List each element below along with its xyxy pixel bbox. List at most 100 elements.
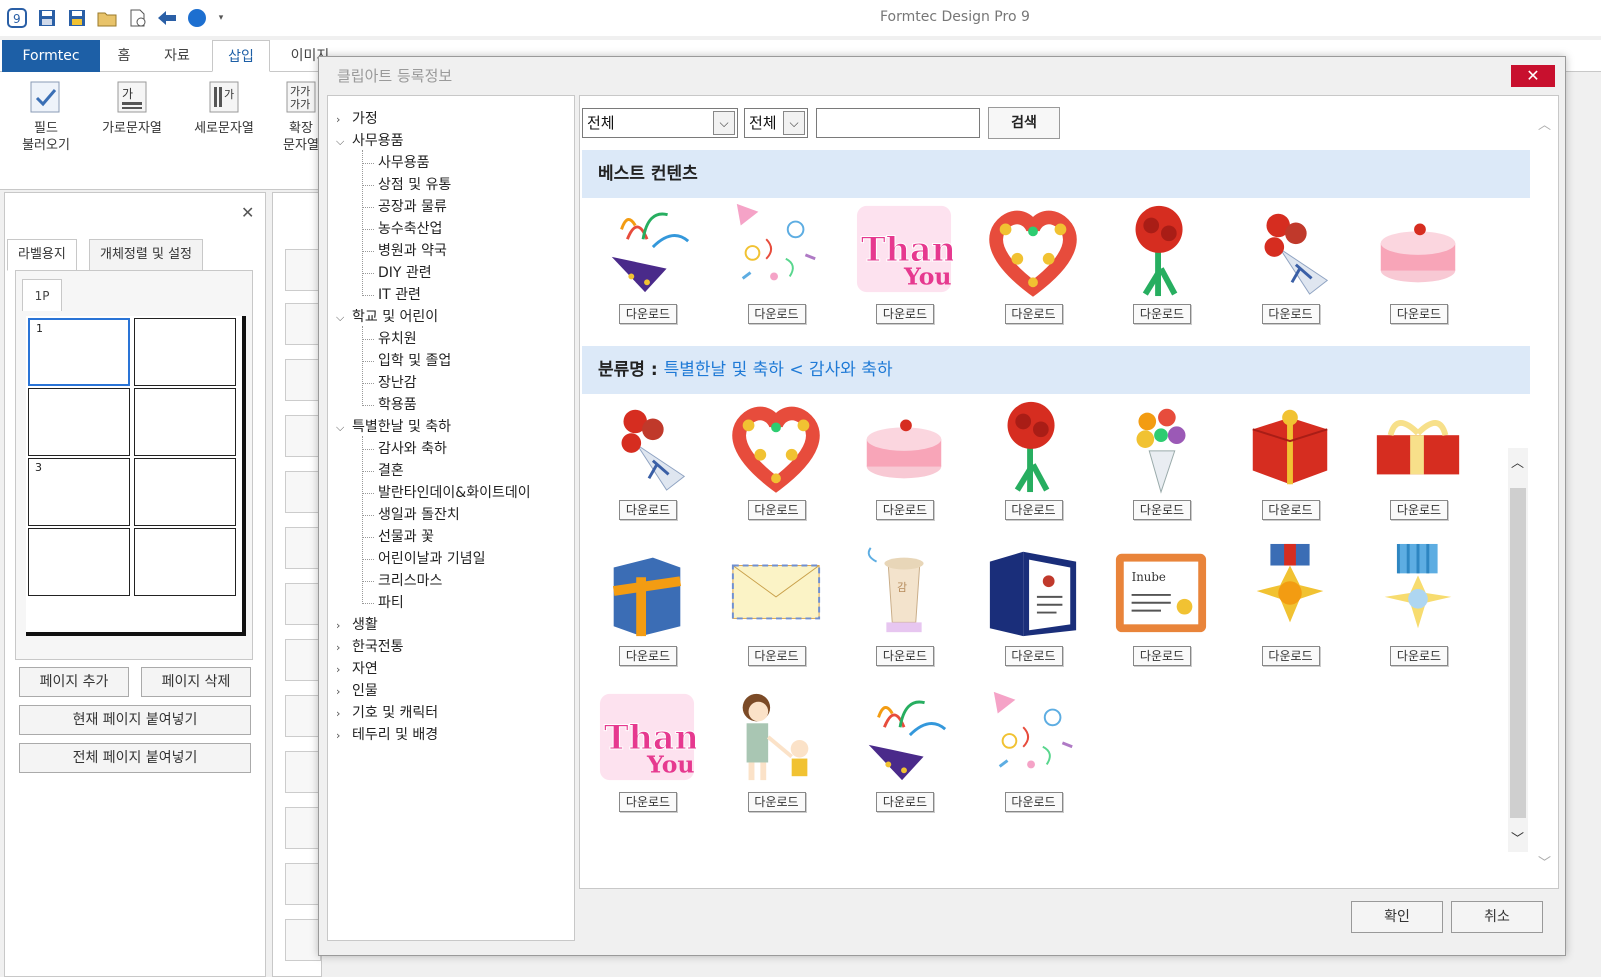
page-tab-1p[interactable]: 1P <box>22 279 62 311</box>
lines-tool-icon[interactable] <box>285 807 321 849</box>
chevron-right-icon[interactable]: › <box>336 681 352 703</box>
search-button[interactable]: 검색 <box>988 107 1060 139</box>
tree-node[interactable]: › 인물 <box>336 680 378 702</box>
tree-child-item[interactable]: 병원과 약국 <box>378 240 447 262</box>
chevron-down-icon[interactable]: ﹀ <box>1511 828 1524 847</box>
download-button[interactable]: 다운로드 <box>619 646 677 666</box>
clipart-item[interactable]: ThankYou 다운로드 <box>849 200 980 330</box>
tree-child-item[interactable]: 생일과 돌잔치 <box>378 504 460 526</box>
chevron-down-icon[interactable]: ﹀ <box>1538 852 1551 871</box>
download-button[interactable]: 다운로드 <box>747 646 806 666</box>
clipart-item[interactable]: 다운로드 <box>721 542 831 672</box>
save-as-icon[interactable] <box>66 8 88 28</box>
tree-child-item[interactable]: 크리스마스 <box>378 570 442 592</box>
download-button[interactable]: 다운로드 <box>1004 304 1063 324</box>
envelope-icon[interactable] <box>727 542 825 640</box>
search-input[interactable] <box>816 108 980 138</box>
tree-node[interactable]: ⌵ 사무용품 <box>336 130 404 152</box>
tab-formtec[interactable]: Formtec <box>2 40 100 72</box>
flower-heart-icon[interactable] <box>727 396 825 494</box>
download-button[interactable]: 다운로드 <box>619 304 677 324</box>
clipart-item[interactable]: 다운로드 <box>1363 542 1473 672</box>
clipart-item[interactable]: 다운로드 <box>592 200 702 330</box>
trophy-icon[interactable]: 감 <box>855 542 953 640</box>
clipart-item[interactable]: 다운로드 <box>1235 396 1345 526</box>
download-button[interactable]: 다운로드 <box>1261 500 1320 520</box>
clipart-item[interactable]: 감다운로드 <box>849 542 959 672</box>
download-button[interactable]: 다운로드 <box>1390 304 1448 324</box>
confetti-icon[interactable] <box>984 688 1082 786</box>
text-edit-tool-icon[interactable] <box>285 471 321 513</box>
download-button[interactable]: 다운로드 <box>747 792 806 812</box>
tab-home[interactable]: 홈 <box>104 40 144 72</box>
clipart-item[interactable]: 다운로드 <box>592 396 702 526</box>
tree-child-item[interactable]: 입학 및 졸업 <box>378 350 451 372</box>
download-button[interactable]: 다운로드 <box>747 304 806 324</box>
tree-node[interactable]: › 자연 <box>336 658 378 680</box>
cake-icon[interactable] <box>855 396 953 494</box>
download-button[interactable]: 다운로드 <box>1261 304 1320 324</box>
vertical-text-button[interactable]: 가 세로문자열 <box>182 78 266 137</box>
download-button[interactable]: 다운로드 <box>876 646 934 666</box>
chevron-right-icon[interactable]: › <box>336 109 352 131</box>
tree-child-item[interactable]: 장난감 <box>378 372 417 394</box>
clipart-item[interactable]: 다운로드 <box>1106 396 1216 526</box>
download-button[interactable]: 다운로드 <box>876 792 934 812</box>
download-button[interactable]: 다운로드 <box>876 304 934 324</box>
chevron-right-icon[interactable]: › <box>336 725 352 747</box>
download-button[interactable]: 다운로드 <box>619 792 677 812</box>
dialog-close-button[interactable]: ✕ <box>1511 65 1555 87</box>
save-icon[interactable] <box>36 8 58 28</box>
download-button[interactable]: 다운로드 <box>1004 500 1063 520</box>
image-tool-icon[interactable] <box>285 695 321 737</box>
download-button[interactable]: 다운로드 <box>1004 646 1063 666</box>
clipart-item[interactable]: 다운로드 <box>721 200 831 330</box>
chevron-up-icon[interactable]: ︿ <box>1511 452 1524 471</box>
open-folder-icon[interactable] <box>96 8 118 28</box>
download-button[interactable]: 다운로드 <box>1261 646 1320 666</box>
tab-label-paper[interactable]: 라벨용지 <box>7 239 77 271</box>
table-tool-icon[interactable] <box>285 751 321 793</box>
clipart-item[interactable]: 다운로드 <box>978 200 1088 330</box>
clipart-item[interactable]: 다운로드 <box>592 542 702 672</box>
tree-child-item[interactable]: 사무용품 <box>378 152 430 174</box>
rose-bouquet-icon[interactable] <box>598 396 696 494</box>
new-document-icon[interactable] <box>126 8 148 28</box>
inner-scroll-thumb[interactable] <box>1510 488 1526 818</box>
chevron-down-icon[interactable]: ⌵ <box>336 307 352 329</box>
tree-child-item[interactable]: 학용품 <box>378 394 417 416</box>
red-flower-icon[interactable] <box>984 396 1082 494</box>
tab-data[interactable]: 자료 <box>152 40 202 72</box>
chevron-up-icon[interactable]: ︿ <box>1538 114 1551 133</box>
clipart-item[interactable]: 다운로드 <box>978 396 1088 526</box>
tree-child-item[interactable]: 파티 <box>378 592 404 614</box>
tree-node[interactable]: ⌵ 학교 및 어린이 <box>336 306 438 328</box>
download-button[interactable]: 다운로드 <box>747 500 806 520</box>
tree-node[interactable]: ⌵ 특별한날 및 축하 <box>336 416 451 438</box>
tree-node[interactable]: › 한국전통 <box>336 636 404 658</box>
rose-bouquet-icon[interactable] <box>1241 200 1339 298</box>
label-cell[interactable]: 1 <box>28 318 130 386</box>
chevron-right-icon[interactable]: › <box>336 703 352 725</box>
close-icon[interactable]: ✕ <box>241 203 254 222</box>
app-logo-icon[interactable]: 9 <box>6 8 28 28</box>
clipart-item[interactable]: 다운로드 <box>849 688 959 818</box>
tree-child-item[interactable]: 어린이날과 기념일 <box>378 548 486 570</box>
tree-child-item[interactable]: 결혼 <box>378 460 404 482</box>
load-field-button[interactable]: 필드 불러오기 <box>14 78 78 154</box>
clipart-item[interactable]: Inube 다운로드 <box>1106 542 1216 672</box>
ok-button[interactable]: 확인 <box>1351 901 1443 933</box>
label-cell[interactable] <box>134 528 236 596</box>
clipart-tool-icon[interactable] <box>285 919 321 961</box>
dropdown-caret-icon[interactable]: ▾ <box>216 8 226 28</box>
field-tool-icon[interactable] <box>285 249 321 291</box>
red-flower-icon[interactable] <box>1112 200 1210 298</box>
party-popper-icon[interactable] <box>598 200 696 298</box>
tab-object-align[interactable]: 개체정렬 및 설정 <box>89 239 203 271</box>
confetti-icon[interactable] <box>727 200 825 298</box>
thank-you-icon[interactable]: ThankYou <box>855 200 980 298</box>
delete-page-button[interactable]: 페이지 삭제 <box>141 667 251 697</box>
cancel-button[interactable]: 취소 <box>1451 901 1543 933</box>
chevron-right-icon[interactable]: › <box>336 615 352 637</box>
horizontal-text-button[interactable]: 가 가로문자열 <box>90 78 174 137</box>
